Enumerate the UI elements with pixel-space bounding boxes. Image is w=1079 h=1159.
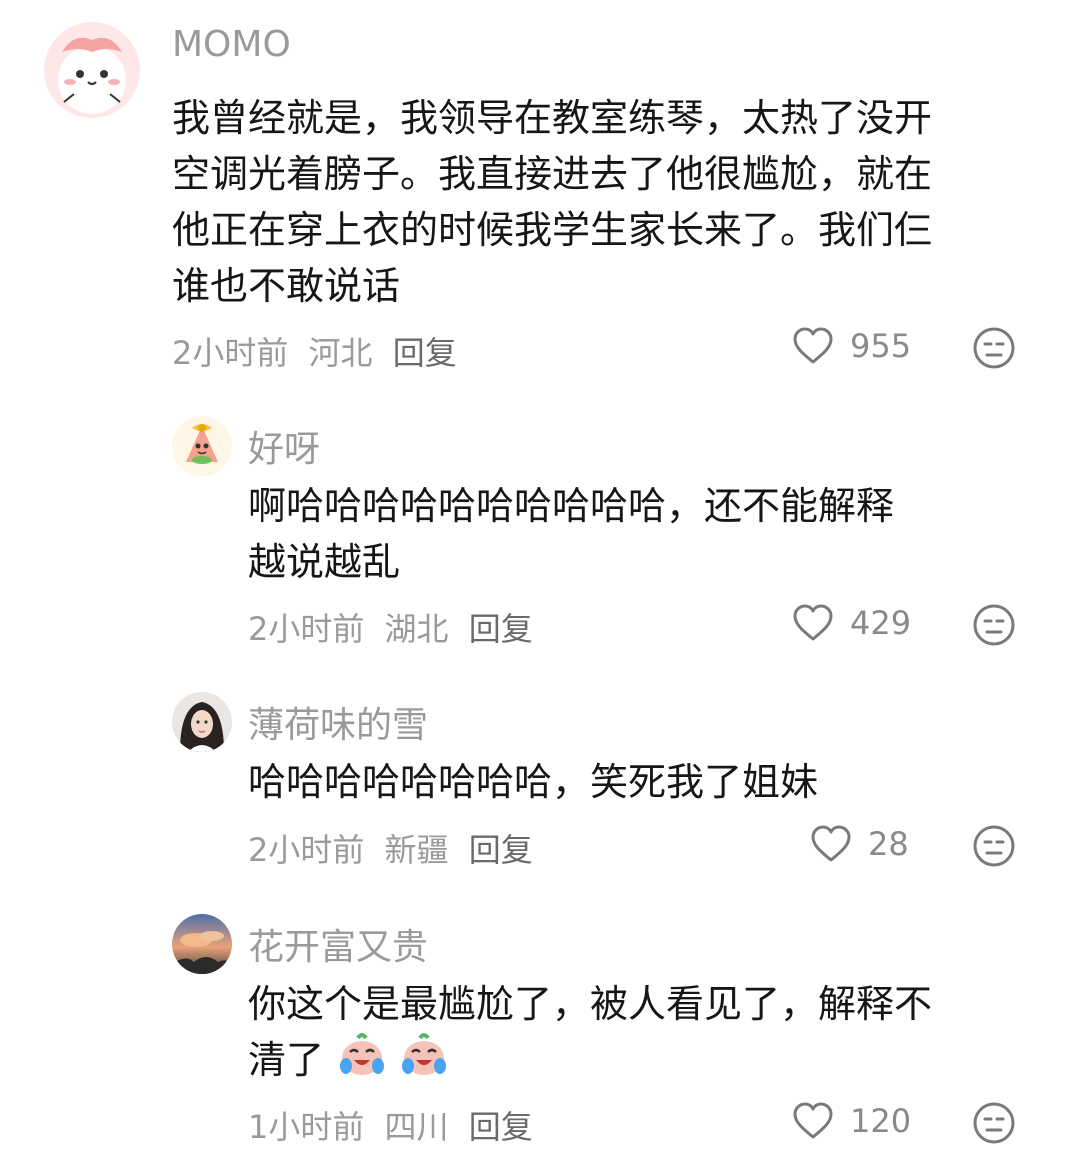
comment-text: 啊哈哈哈哈哈哈哈哈哈哈，还不能解释 越说越乱 [248, 478, 1028, 590]
comment-text-line: 谁也不敢说话 [172, 264, 401, 308]
heart-icon [811, 825, 851, 862]
comment-text-line: 哈哈哈哈哈哈哈哈，笑死我了姐妹 [248, 760, 819, 804]
comment-text-line-with-emoji: 清了 [248, 1032, 1028, 1093]
comment-username[interactable]: 花开富又贵 [248, 918, 428, 970]
like-button[interactable]: 955 [792, 326, 911, 366]
comment-time: 2小时前 [248, 610, 365, 648]
avatar[interactable] [172, 416, 232, 476]
comment-meta: 2小时前 新疆 回复 [248, 825, 543, 871]
comment-text: 哈哈哈哈哈哈哈哈，笑死我了姐妹 [248, 754, 1028, 810]
like-button[interactable]: 120 [792, 1101, 911, 1141]
comment-text-line: 啊哈哈哈哈哈哈哈哈哈哈，还不能解释 [248, 484, 895, 528]
crying-laughing-emoji-icon [400, 1032, 448, 1093]
reply-button[interactable]: 回复 [393, 334, 457, 372]
like-button[interactable]: 429 [792, 603, 911, 643]
reply-button[interactable]: 回复 [469, 831, 533, 869]
neutral-face-icon [973, 1102, 1015, 1144]
heart-icon [793, 604, 833, 641]
comment-username[interactable]: MOMO [172, 24, 291, 65]
comment-text: 我曾经就是，我领导在教室练琴，太热了没开 空调光着膀子。我直接进去了他很尴尬，就… [172, 90, 1032, 314]
like-button[interactable]: 28 [810, 824, 909, 864]
like-count: 429 [850, 604, 912, 642]
avatar[interactable] [172, 692, 232, 752]
comment-meta: 2小时前 湖北 回复 [248, 604, 543, 650]
comment-text: 你这个是最尴尬了，被人看见了，解释不 清了 [248, 976, 1028, 1093]
comment-location: 湖北 [384, 610, 449, 648]
comment-text-line: 越说越乱 [248, 540, 401, 584]
comment-text-line: 你这个是最尴尬了，被人看见了，解释不 [248, 982, 933, 1026]
comment-time: 1小时前 [248, 1108, 365, 1146]
like-count: 120 [850, 1102, 912, 1140]
comment-text-line: 他正在穿上衣的时候我学生家长来了。我们仨 [172, 208, 933, 252]
dislike-button[interactable] [972, 824, 1016, 872]
dislike-button[interactable] [972, 326, 1016, 374]
comment-text-line: 空调光着膀子。我直接进去了他很尴尬，就在 [172, 152, 933, 196]
comment-text-line: 我曾经就是，我领导在教室练琴，太热了没开 [172, 96, 933, 140]
comment-meta: 2小时前 河北 回复 [172, 328, 467, 374]
neutral-face-icon [973, 825, 1015, 867]
dislike-button[interactable] [972, 603, 1016, 651]
comment-username[interactable]: 薄荷味的雪 [248, 696, 428, 748]
comment-time: 2小时前 [248, 831, 365, 869]
comment-username[interactable]: 好呀 [248, 420, 320, 472]
comment-time: 2小时前 [172, 334, 289, 372]
neutral-face-icon [973, 604, 1015, 646]
avatar[interactable] [172, 914, 232, 974]
heart-icon [793, 327, 833, 364]
comment-location: 四川 [384, 1108, 449, 1146]
comment-location: 河北 [308, 334, 373, 372]
comment-meta: 1小时前 四川 回复 [248, 1102, 543, 1148]
crying-laughing-emoji-icon [338, 1032, 386, 1093]
like-count: 955 [850, 327, 912, 365]
like-count: 28 [868, 825, 909, 863]
neutral-face-icon [973, 327, 1015, 369]
reply-button[interactable]: 回复 [469, 610, 533, 648]
comment-text-line: 清了 [248, 1038, 325, 1082]
reply-button[interactable]: 回复 [469, 1108, 533, 1146]
comment-location: 新疆 [384, 831, 449, 869]
avatar[interactable] [44, 22, 140, 118]
heart-icon [793, 1102, 833, 1139]
dislike-button[interactable] [972, 1101, 1016, 1149]
